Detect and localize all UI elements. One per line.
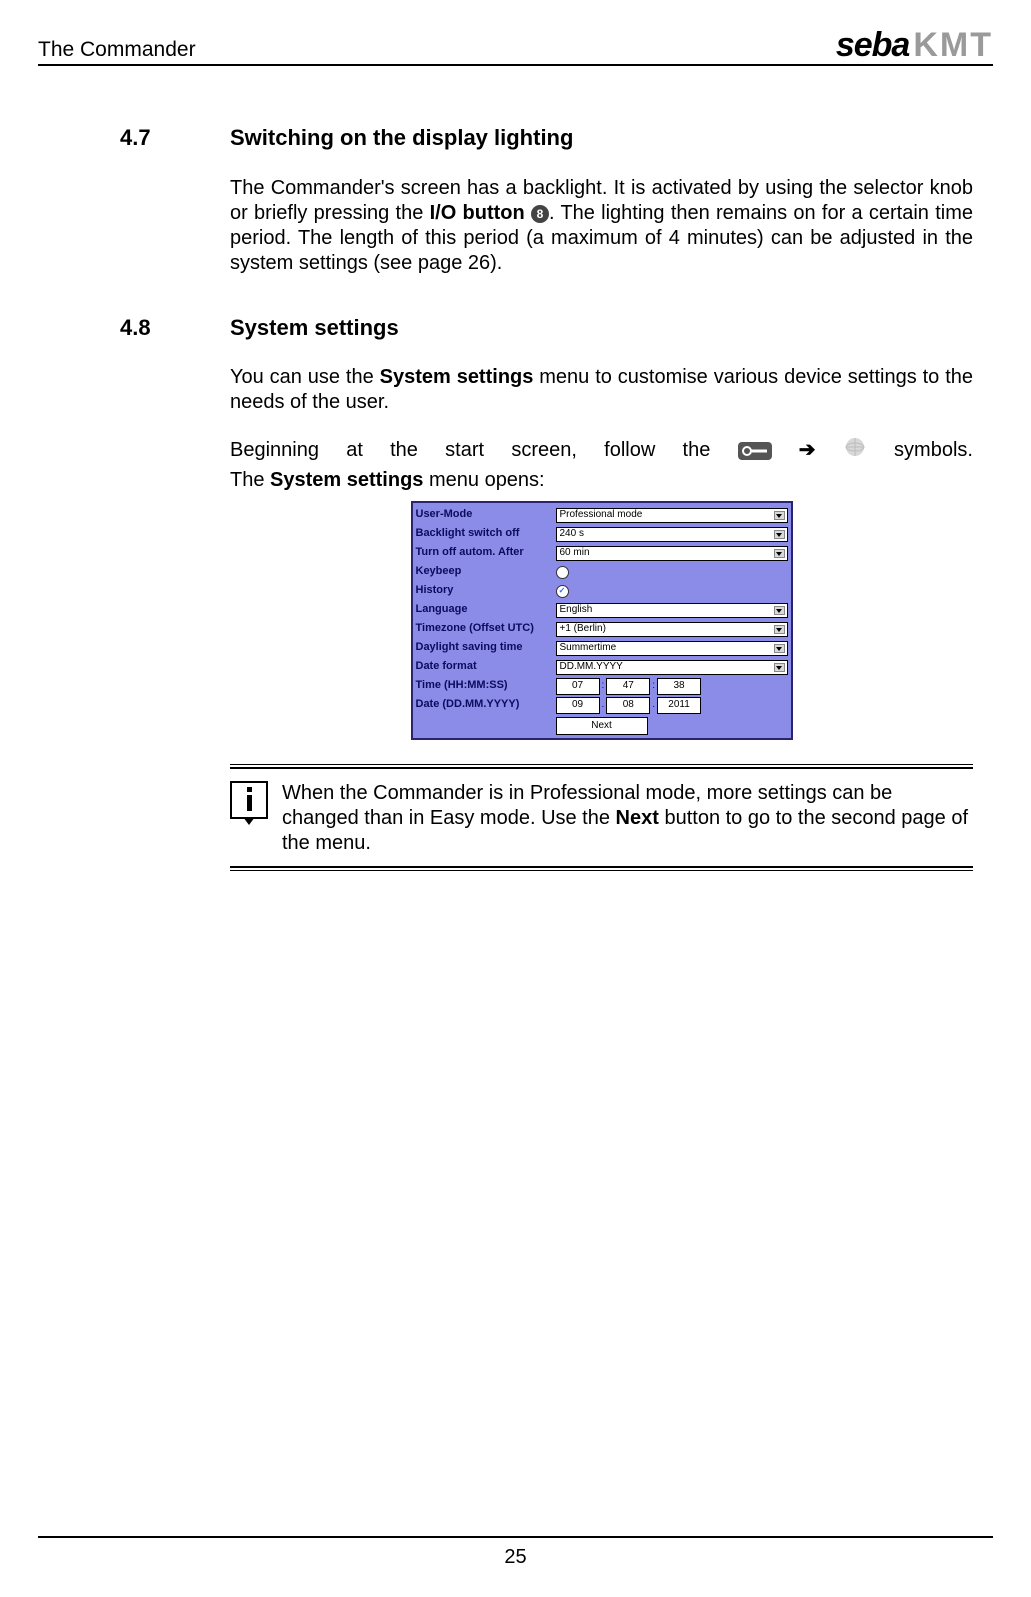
row-label: Language bbox=[416, 603, 556, 617]
heading-4-7: 4.7 Switching on the display lighting bbox=[120, 124, 973, 152]
row-label: Backlight switch off bbox=[416, 527, 556, 541]
section-4-7: 4.7 Switching on the display lighting Th… bbox=[120, 124, 973, 276]
section-4-8: 4.8 System settings You can use the Syst… bbox=[120, 314, 973, 872]
info-icon bbox=[230, 781, 268, 819]
row-label: Turn off autom. After bbox=[416, 546, 556, 560]
paragraph-4-8-b-line1: Beginning at the start screen, follow th… bbox=[230, 435, 973, 466]
dst-dropdown[interactable]: Summertime bbox=[556, 641, 788, 656]
callout-8-icon: 8 bbox=[531, 205, 549, 223]
row-label: Date format bbox=[416, 660, 556, 674]
heading-number: 4.7 bbox=[120, 124, 230, 152]
paragraph-4-7: The Commander's screen has a backlight. … bbox=[230, 176, 973, 276]
info-box: When the Commander is in Professional mo… bbox=[230, 764, 973, 871]
row-label: Daylight saving time bbox=[416, 641, 556, 655]
arrow-icon: ➔ bbox=[799, 438, 816, 463]
brand-logo: sebaKMT bbox=[836, 28, 993, 62]
wrench-icon bbox=[738, 442, 772, 460]
page-header-title: The Commander bbox=[38, 38, 196, 62]
paragraph-4-8-a: You can use the System settings menu to … bbox=[230, 365, 973, 415]
page-footer: 25 bbox=[38, 1536, 993, 1569]
info-text: When the Commander is in Professional mo… bbox=[282, 781, 973, 856]
row-label: Date (DD.MM.YYYY) bbox=[416, 698, 556, 712]
row-label: Timezone (Offset UTC) bbox=[416, 622, 556, 636]
brand-part-2: KMT bbox=[913, 26, 993, 64]
heading-title: Switching on the display lighting bbox=[230, 124, 573, 152]
globe-icon bbox=[843, 435, 867, 466]
heading-4-8: 4.8 System settings bbox=[120, 314, 973, 342]
next-button[interactable]: Next bbox=[556, 717, 648, 735]
language-dropdown[interactable]: English bbox=[556, 603, 788, 618]
row-label: User-Mode bbox=[416, 508, 556, 522]
paragraph-4-8-b-line2: The System settings menu opens: bbox=[230, 468, 973, 493]
backlight-dropdown[interactable]: 240 s bbox=[556, 527, 788, 542]
row-label: Time (HH:MM:SS) bbox=[416, 679, 556, 693]
dateformat-dropdown[interactable]: DD.MM.YYYY bbox=[556, 660, 788, 675]
page-number: 25 bbox=[504, 1546, 526, 1568]
system-settings-screenshot: User-ModeProfessional mode Backlight swi… bbox=[230, 501, 973, 740]
row-label: History bbox=[416, 584, 556, 598]
heading-number: 4.8 bbox=[120, 314, 230, 342]
date-spinner[interactable]: 09. 08. 2011 bbox=[556, 697, 788, 714]
device-screen: User-ModeProfessional mode Backlight swi… bbox=[411, 501, 793, 740]
page-content: 4.7 Switching on the display lighting Th… bbox=[120, 124, 973, 871]
autooff-dropdown[interactable]: 60 min bbox=[556, 546, 788, 561]
time-spinner[interactable]: 07: 47: 38 bbox=[556, 678, 788, 695]
history-checkbox[interactable]: ✓ bbox=[556, 585, 569, 598]
row-label: Keybeep bbox=[416, 565, 556, 579]
brand-part-1: seba bbox=[836, 26, 910, 64]
keybeep-radio[interactable] bbox=[556, 566, 569, 579]
heading-title: System settings bbox=[230, 314, 399, 342]
timezone-dropdown[interactable]: +1 (Berlin) bbox=[556, 622, 788, 637]
user-mode-dropdown[interactable]: Professional mode bbox=[556, 508, 788, 523]
page-header: The Commander sebaKMT bbox=[38, 18, 993, 66]
